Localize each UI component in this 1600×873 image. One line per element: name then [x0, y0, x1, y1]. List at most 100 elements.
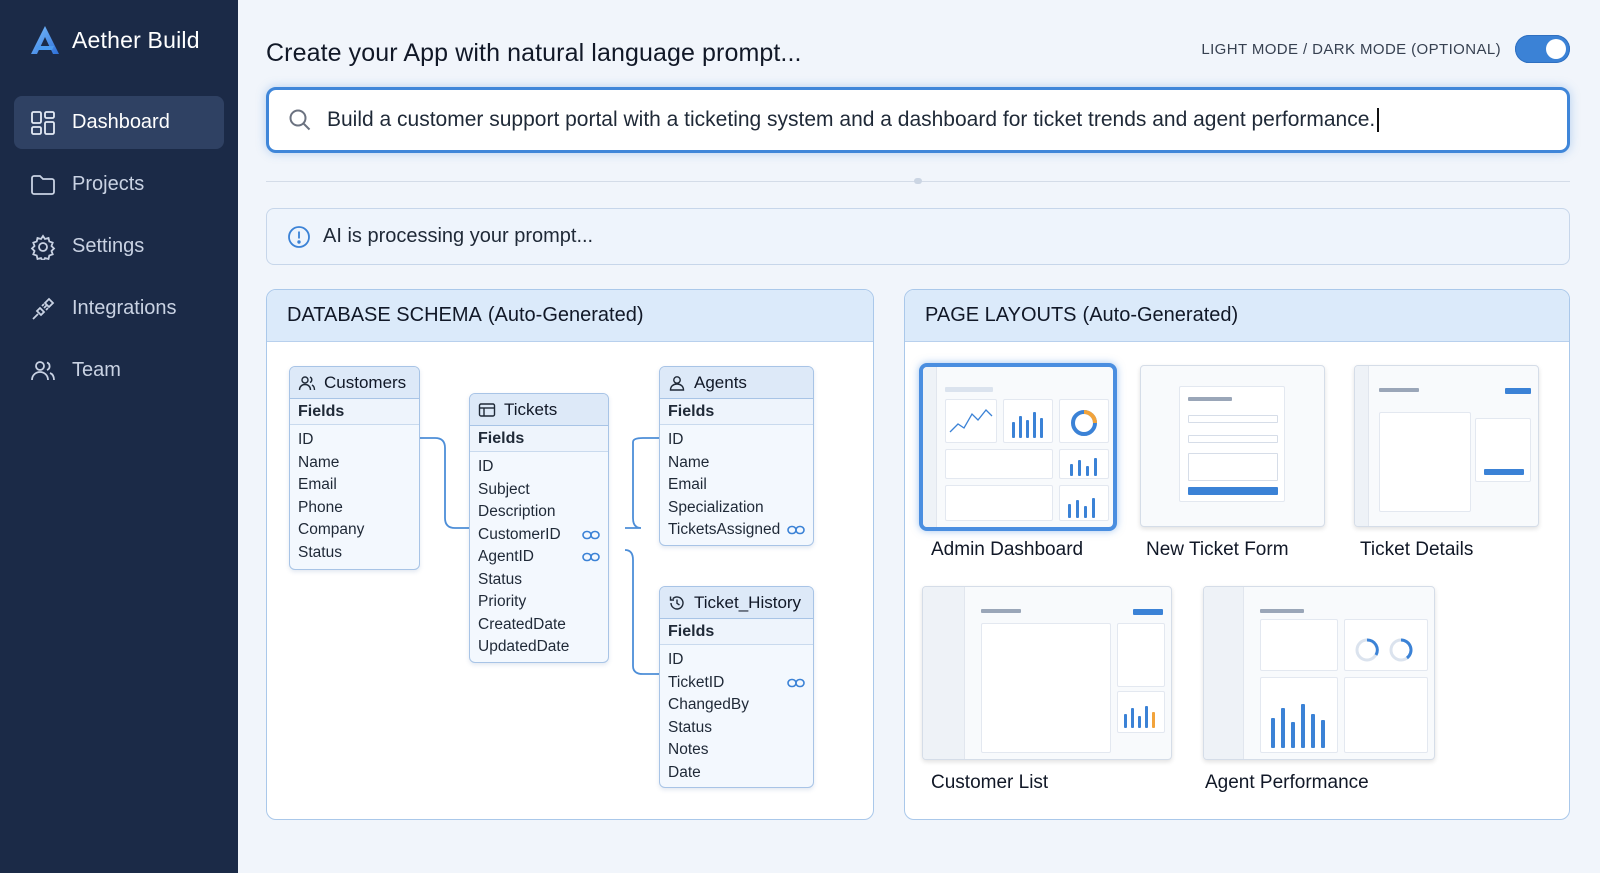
layout-thumb-admin-dashboard[interactable] — [919, 363, 1117, 531]
sidebar-item-settings[interactable]: Settings — [14, 220, 224, 273]
prompt-text[interactable]: Build a customer support portal with a t… — [327, 108, 1380, 133]
search-icon — [289, 109, 311, 131]
thumb-sidebar — [1355, 366, 1369, 526]
page-title: Create your App with natural language pr… — [266, 39, 802, 67]
thumb-input — [1188, 435, 1278, 443]
thumb-input — [1188, 415, 1278, 423]
field-row: TicketsAssigned — [668, 519, 813, 542]
user-icon — [669, 375, 685, 391]
table-name: Customers — [324, 372, 407, 392]
field-row: Status — [298, 543, 342, 561]
table-header: Ticket_History — [660, 587, 813, 619]
page-layouts-panel: PAGE LAYOUTS (Auto-Generated) Admin Dash… — [904, 289, 1570, 820]
thumb-title — [981, 609, 1021, 613]
thumb-card — [945, 399, 997, 443]
layout-thumb-ticket-details[interactable] — [1354, 365, 1539, 527]
field-row: Phone — [298, 498, 343, 516]
processing-status: AI is processing your prompt... — [266, 208, 1570, 265]
thumb-title — [1260, 609, 1304, 613]
sidebar-item-label: Team — [72, 359, 121, 381]
layouts-panel-header: PAGE LAYOUTS (Auto-Generated) — [905, 290, 1569, 342]
sidebar-item-label: Projects — [72, 173, 145, 195]
mode-label: LIGHT MODE / DARK MODE (OPTIONAL) — [1201, 40, 1501, 58]
thumb-title — [1379, 388, 1419, 392]
field-row: Status — [668, 718, 712, 736]
thumb-form-card — [1179, 386, 1285, 502]
mini-bar — [1012, 422, 1015, 438]
schema-panel-title: DATABASE SCHEMA — [287, 304, 482, 326]
users-icon — [298, 375, 316, 390]
thumb-card — [1003, 399, 1053, 443]
field-row: ID — [478, 458, 494, 476]
mini-bar — [1068, 504, 1071, 518]
dark-mode-toggle[interactable] — [1515, 35, 1570, 63]
mini-bar — [1070, 464, 1073, 476]
field-row: Subject — [478, 480, 530, 498]
thumb-table — [981, 623, 1111, 753]
table-ticket-history[interactable]: Ticket_History Fields ID TicketID Change… — [659, 586, 814, 788]
thumb-title — [1188, 397, 1232, 401]
dashboard-icon — [31, 110, 55, 135]
layouts-panel-subtitle: (Auto-Generated) — [1082, 304, 1239, 326]
brand[interactable]: Aether Build — [28, 24, 200, 56]
table-name: Ticket_History — [694, 592, 802, 612]
mini-bar — [1138, 716, 1141, 728]
mini-bar — [1084, 506, 1087, 518]
table-header: Tickets — [470, 394, 608, 426]
gear-icon — [30, 233, 56, 260]
mini-bar — [1078, 460, 1081, 476]
thumb-card — [1059, 449, 1109, 479]
field-row: Description — [478, 503, 556, 521]
team-icon — [31, 360, 55, 380]
mini-bar — [1291, 722, 1295, 748]
layout-thumb-agent-performance[interactable] — [1203, 586, 1435, 760]
layout-thumb-new-ticket-form[interactable] — [1140, 365, 1325, 527]
field-row: Specialization — [668, 498, 764, 516]
layout-thumb-customer-list[interactable] — [922, 586, 1172, 760]
field-row: ID — [668, 431, 684, 449]
mini-bar — [1026, 420, 1029, 438]
layout-label: Agent Performance — [1205, 772, 1369, 793]
field-row: Date — [668, 763, 701, 781]
sidebar-item-integrations[interactable]: Integrations — [14, 282, 224, 335]
table-customers[interactable]: Customers Fields ID Name Email Phone Com… — [289, 366, 420, 570]
plug-icon — [32, 297, 55, 320]
table-tickets[interactable]: Tickets Fields ID Subject Description Cu… — [469, 393, 609, 663]
thumb-card — [1379, 412, 1471, 512]
main-content: Create your App with natural language pr… — [238, 0, 1600, 873]
table-header: Customers — [290, 367, 419, 399]
text-caret — [1377, 108, 1380, 133]
sidebar-item-label: Dashboard — [72, 111, 170, 133]
mini-bar — [1321, 720, 1325, 748]
sidebar-item-dashboard[interactable]: Dashboard — [14, 96, 224, 149]
layout-label: Ticket Details — [1360, 539, 1474, 560]
field-row: UpdatedDate — [478, 638, 570, 656]
mini-gauge-chart — [1355, 638, 1413, 662]
info-icon — [288, 225, 310, 248]
table-icon — [478, 402, 496, 417]
thumb-chart — [1260, 677, 1338, 753]
thumb-card — [945, 485, 1053, 521]
mini-bar — [1033, 412, 1036, 438]
field-row: Email — [298, 476, 337, 494]
fields-label: Fields — [470, 426, 608, 452]
sidebar-item-team[interactable]: Team — [14, 344, 224, 397]
divider-handle — [914, 178, 922, 184]
prompt-input[interactable]: Build a customer support portal with a t… — [266, 87, 1570, 153]
sidebar-nav: Dashboard Projects Settings Integrations — [14, 96, 224, 406]
table-name: Tickets — [504, 399, 558, 419]
fields-label: Fields — [660, 399, 813, 425]
app-name: Aether Build — [72, 26, 200, 53]
field-row: TicketID — [668, 672, 813, 695]
thumb-profile — [1260, 619, 1338, 671]
sidebar-item-projects[interactable]: Projects — [14, 158, 224, 211]
field-row: ID — [668, 651, 684, 669]
layout-label: Admin Dashboard — [931, 539, 1084, 560]
schema-panel-subtitle: (Auto-Generated) — [487, 304, 644, 326]
field-row: Name — [668, 453, 710, 471]
field-row: Company — [298, 521, 365, 539]
mini-donut-chart — [1071, 410, 1097, 436]
field-row: Status — [478, 570, 522, 588]
thumb-card — [1059, 399, 1109, 443]
table-agents[interactable]: Agents Fields ID Name Email Specializati… — [659, 366, 814, 546]
